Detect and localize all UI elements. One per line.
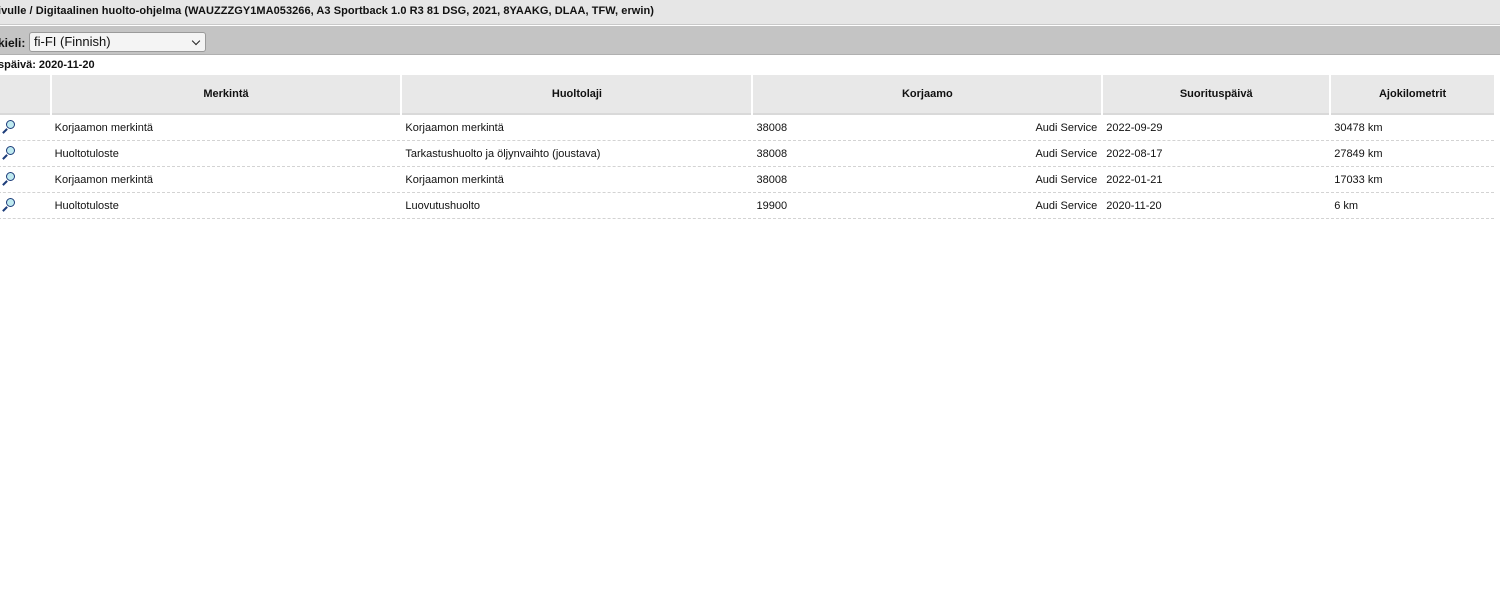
chevron-down-icon	[191, 36, 201, 46]
workshop-cell: 38008 Audi Service	[753, 167, 1102, 193]
row-details-cell	[0, 115, 50, 141]
workshop-cell: 38008 Audi Service	[753, 141, 1102, 167]
service-history-table: Merkintä Huoltolaji Korjaamo Suorituspäi…	[0, 75, 1496, 219]
workshop-cell: 38008 Audi Service	[753, 115, 1102, 141]
column-header-icon	[0, 75, 50, 115]
workshop-id: 38008	[756, 173, 788, 186]
date-cell: 2022-09-29	[1103, 115, 1330, 141]
delivery-date-label: späivä:	[0, 59, 36, 71]
title-bar: ivulle / Digitaalinen huolto-ohjelma (WA…	[0, 0, 1500, 25]
magnifier-icon[interactable]	[1, 197, 17, 212]
magnifier-icon[interactable]	[1, 171, 17, 186]
table-row[interactable]: Huoltotuloste Tarkastushuolto ja öljynva…	[0, 141, 1494, 167]
entry-cell: Huoltotuloste	[51, 141, 401, 167]
magnifier-icon[interactable]	[1, 119, 17, 134]
magnifier-icon[interactable]	[1, 145, 17, 160]
column-header-workshop[interactable]: Korjaamo	[753, 75, 1102, 115]
page: ivulle / Digitaalinen huolto-ohjelma (WA…	[0, 0, 1500, 594]
date-cell: 2022-08-17	[1103, 141, 1330, 167]
column-header-entry[interactable]: Merkintä	[51, 75, 401, 115]
mileage-cell: 6 km	[1331, 193, 1494, 219]
delivery-date-line: späivä: 2020-11-20	[0, 59, 95, 71]
service-type-cell: Tarkastushuolto ja öljynvaihto (joustava…	[402, 141, 752, 167]
column-header-date[interactable]: Suorituspäivä	[1103, 75, 1330, 115]
workshop-name: Audi Service	[1035, 173, 1098, 186]
entry-cell: Korjaamon merkintä	[51, 167, 401, 193]
language-bar: kieli: fi-FI (Finnish)	[0, 26, 1500, 55]
service-type-cell: Luovutushuolto	[402, 193, 752, 219]
row-details-cell	[0, 141, 50, 167]
row-details-cell	[0, 193, 50, 219]
workshop-cell: 19900 Audi Service	[753, 193, 1102, 219]
delivery-date-value: 2020-11-20	[38, 59, 95, 71]
workshop-id: 38008	[756, 121, 788, 134]
workshop-id: 19900	[756, 199, 788, 212]
service-type-cell: Korjaamon merkintä	[402, 115, 752, 141]
service-type-cell: Korjaamon merkintä	[402, 167, 752, 193]
mileage-cell: 17033 km	[1331, 167, 1494, 193]
entry-cell: Huoltotuloste	[51, 193, 401, 219]
row-details-cell	[0, 167, 50, 193]
table-row[interactable]: Korjaamon merkintä Korjaamon merkintä 38…	[0, 167, 1494, 193]
column-header-mileage[interactable]: Ajokilometrit	[1331, 75, 1494, 115]
workshop-name: Audi Service	[1035, 199, 1098, 212]
mileage-cell: 30478 km	[1331, 115, 1494, 141]
language-selected-value: fi-FI (Finnish)	[34, 34, 111, 49]
language-select[interactable]: fi-FI (Finnish)	[29, 32, 206, 52]
breadcrumb-title: ivulle / Digitaalinen huolto-ohjelma (WA…	[0, 5, 654, 17]
column-header-service-type[interactable]: Huoltolaji	[402, 75, 752, 115]
workshop-id: 38008	[756, 147, 788, 160]
date-cell: 2020-11-20	[1103, 193, 1330, 219]
entry-cell: Korjaamon merkintä	[51, 115, 401, 141]
table-row[interactable]: Huoltotuloste Luovutushuolto 19900 Audi …	[0, 193, 1494, 219]
workshop-name: Audi Service	[1035, 121, 1098, 134]
date-cell: 2022-01-21	[1103, 167, 1330, 193]
table-row[interactable]: Korjaamon merkintä Korjaamon merkintä 38…	[0, 115, 1494, 141]
workshop-name: Audi Service	[1035, 147, 1098, 160]
table-header-row: Merkintä Huoltolaji Korjaamo Suorituspäi…	[0, 75, 1494, 115]
language-label: kieli:	[0, 36, 26, 50]
mileage-cell: 27849 km	[1331, 141, 1494, 167]
